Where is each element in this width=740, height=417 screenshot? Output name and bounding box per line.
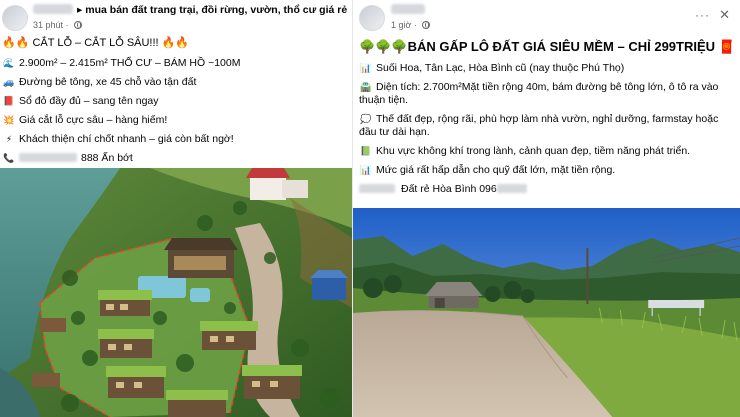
left-line-call-to-action: ⚡ Khách thiện chí chốt nhanh – giá còn bấ… bbox=[2, 133, 348, 146]
chart-icon: 📊 bbox=[360, 63, 372, 73]
chart-icon: 📊 bbox=[360, 165, 372, 175]
lightning-icon: ⚡ bbox=[5, 134, 13, 144]
left-line-text: Khách thiện chí chốt nhanh – giá còn bất… bbox=[19, 133, 234, 145]
more-options-icon[interactable]: ··· bbox=[695, 9, 710, 21]
left-post-time[interactable]: 31 phút bbox=[33, 20, 63, 30]
left-post-body: 🔥🔥 CẮT LỖ – CẮT LỖ SÂU!!! 🔥🔥 🌊 2.900m² – … bbox=[0, 37, 352, 171]
right-headline-text: BÁN GẤP LÔ ĐẤT GIÁ SIÊU MỀM – CHỈ 299TRI… bbox=[407, 39, 716, 54]
left-post-author-line[interactable]: ▸ mua bán đất trang trại, đồi rừng, vườn,… bbox=[33, 4, 347, 16]
right-post-time[interactable]: 1 giờ bbox=[391, 20, 411, 30]
left-post-headline: 🔥🔥 CẮT LỖ – CẮT LỖ SÂU!!! 🔥🔥 bbox=[2, 37, 348, 50]
boom-icon: 💥 bbox=[3, 115, 15, 125]
thought-bubble-icon: 💭 bbox=[360, 114, 372, 124]
left-group-avatar[interactable] bbox=[2, 5, 28, 31]
seller-name-blurred bbox=[359, 184, 395, 193]
rural-road-photo bbox=[353, 208, 740, 417]
phone-number-blurred bbox=[19, 153, 77, 162]
right-line-price: 📊 Mức giá rất hấp dẫn cho quỹ đất lớn, mặ… bbox=[359, 164, 732, 177]
right-line-location: 📊 Suối Hoa, Tân Lạc, Hòa Bình cũ (nay thu… bbox=[359, 62, 732, 75]
left-line-text: Giá cắt lỗ cực sâu – hàng hiếm! bbox=[19, 114, 168, 126]
left-post-header: ▸ mua bán đất trang trại, đồi rừng, vườn,… bbox=[0, 2, 352, 36]
left-phone-tail: 888 Ấn bớt bbox=[81, 152, 133, 164]
right-line-environment: 📗 Khu vực không khí trong lành, cảnh quan… bbox=[359, 145, 732, 158]
right-line-usage: 💭 Thế đất đẹp, rộng rãi, phù hợp làm nhà … bbox=[359, 113, 732, 139]
left-line-text: Đường bê tông, xe 45 chỗ vào tận đất bbox=[19, 76, 197, 88]
right-line-text: Thế đất đẹp, rộng rãi, phù hợp làm nhà v… bbox=[359, 113, 719, 138]
car-icon: 🚙 bbox=[3, 77, 15, 87]
road-icon: 🛣️ bbox=[360, 82, 372, 92]
right-author-avatar[interactable] bbox=[359, 5, 385, 31]
phone-tail-blurred bbox=[496, 184, 527, 193]
left-line-area: 🌊 2.900m² – 2.415m² THỔ CƯ – BÁM HỒ ~100M bbox=[2, 57, 348, 70]
globe-icon bbox=[74, 21, 83, 29]
right-post-photo[interactable] bbox=[353, 208, 740, 417]
right-author-name-blurred bbox=[391, 4, 425, 14]
wave-icon: 🌊 bbox=[3, 58, 15, 68]
right-footer-text: Đất rẻ Hòa Bình 096 bbox=[401, 183, 497, 195]
left-line-text: Sổ đỏ đầy đủ – sang tên ngay bbox=[19, 95, 159, 107]
right-post: 1 giờ · ··· ✕ 🌳🌳🌳BÁN GẤP LÔ ĐẤT GIÁ SIÊU… bbox=[352, 0, 740, 417]
green-book-icon: 📗 bbox=[360, 146, 372, 156]
close-icon[interactable]: ✕ bbox=[719, 8, 730, 21]
left-line-price: 💥 Giá cắt lỗ cực sâu – hàng hiếm! bbox=[2, 114, 348, 127]
left-line-text: 2.900m² – 2.415m² THỔ CƯ – BÁM HỒ ~100M bbox=[19, 57, 241, 69]
fire-icon: 🔥🔥 bbox=[2, 37, 30, 49]
red-book-icon: 📕 bbox=[3, 96, 15, 106]
left-line-title-deed: 📕 Sổ đỏ đầy đủ – sang tên ngay bbox=[2, 95, 348, 108]
right-line-footer: Đất rẻ Hòa Bình 096 bbox=[359, 183, 732, 196]
phone-icon: 📞 bbox=[3, 153, 15, 163]
right-post-headline: 🌳🌳🌳BÁN GẤP LÔ ĐẤT GIÁ SIÊU MỀM – CHỈ 299… bbox=[359, 39, 735, 54]
left-author-name-blurred bbox=[33, 4, 73, 14]
tree-icon: 🌳🌳🌳 bbox=[359, 39, 408, 54]
right-line-area: 🛣️ Diện tích: 2.700m²Mặt tiền rộng 40m, b… bbox=[359, 81, 732, 107]
caret-right-icon: ▸ bbox=[77, 4, 83, 16]
left-line-phone: 📞 888 Ấn bớt bbox=[2, 152, 348, 165]
right-line-text: Suối Hoa, Tân Lạc, Hòa Bình cũ (nay thuộ… bbox=[376, 62, 625, 74]
globe-icon bbox=[422, 21, 431, 29]
right-line-text: Diện tích: 2.700m²Mặt tiền rộng 40m, bám… bbox=[359, 81, 719, 106]
right-post-body: 🌳🌳🌳BÁN GẤP LÔ ĐẤT GIÁ SIÊU MỀM – CHỈ 299… bbox=[353, 40, 740, 202]
left-group-name[interactable]: mua bán đất trang trại, đồi rừng, vườn, … bbox=[85, 4, 347, 16]
left-post-meta: 31 phút · bbox=[33, 20, 83, 30]
right-line-text: Mức giá rất hấp dẫn cho quỹ đất lớn, mặt… bbox=[376, 164, 616, 176]
left-post-photo[interactable] bbox=[0, 168, 352, 417]
right-post-meta: 1 giờ · bbox=[391, 20, 431, 30]
fire-icon: 🔥🔥 bbox=[161, 37, 190, 49]
red-envelope-icon: 🧧 bbox=[718, 39, 735, 54]
right-post-header: 1 giờ · ··· ✕ bbox=[353, 2, 740, 36]
left-headline-text: CẮT LỖ – CẮT LỖ SÂU!!! bbox=[32, 37, 159, 49]
right-post-author-line[interactable] bbox=[391, 4, 425, 16]
resort-aerial-illustration bbox=[0, 168, 352, 417]
right-line-text: Khu vực không khí trong lành, cảnh quan … bbox=[376, 145, 691, 157]
left-post: ▸ mua bán đất trang trại, đồi rừng, vườn,… bbox=[0, 0, 352, 417]
left-line-road: 🚙 Đường bê tông, xe 45 chỗ vào tận đất bbox=[2, 76, 348, 89]
